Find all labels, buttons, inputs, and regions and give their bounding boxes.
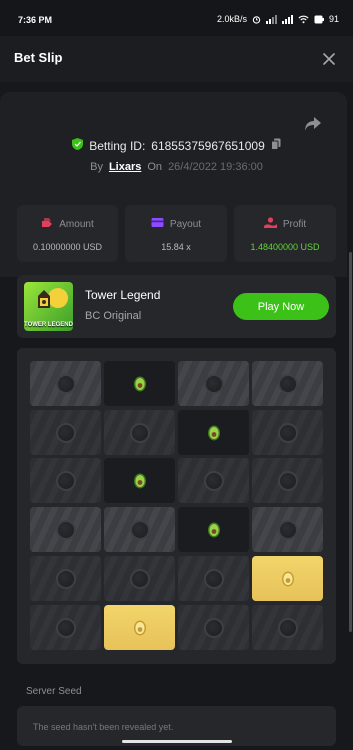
board-tile [178,605,249,650]
close-icon[interactable] [319,49,339,69]
signal-icon-2 [281,14,293,24]
payout-label: Payout [169,218,202,230]
hidden-tile-icon [129,568,150,589]
server-seed-text: The seed hasn't been revealed yet. [33,722,174,732]
game-thumbnail[interactable]: TOWER LEGEND [24,282,73,331]
avocado-icon [133,375,147,392]
profit-stat: Profit 1.48400000 USD [234,205,336,262]
board-tile [178,410,249,455]
board-tile [30,410,101,455]
board-tile [104,361,175,406]
bet-slip-header: Bet Slip [0,36,353,82]
board-tile [104,507,175,552]
network-speed: 2.0kB/s [216,14,247,24]
hidden-tile-icon [203,568,224,589]
game-provider: BC Original [85,310,142,322]
status-time: 7:36 PM [18,15,53,25]
avocado-icon [207,424,221,441]
board-tile [252,410,323,455]
betting-id-value: 61855375967651009 [151,138,265,153]
play-now-button[interactable]: Play Now [233,293,329,320]
board-tile [178,458,249,503]
profit-icon [263,217,277,231]
avocado-icon [207,521,221,538]
board-tile [30,361,101,406]
bet-date: 26/4/2022 19:36:00 [168,161,263,173]
board-tile [252,556,323,601]
alarm-icon [252,15,261,24]
copy-icon[interactable] [270,138,281,153]
status-bar: 7:36 PM 2.0kB/s 91 [0,0,353,36]
battery-icon [314,15,324,24]
board-tile [104,556,175,601]
betting-id-row: Betting ID: 61855375967651009 [0,138,353,153]
board-tile [178,556,249,601]
hidden-tile-icon [203,470,224,491]
status-icons: 2.0kB/s 91 [217,14,339,24]
by-label: By [90,161,103,173]
battery-level: 91 [328,14,339,24]
gold-avocado-icon [281,570,295,587]
bet-by-row: By Lixars On 26/4/2022 19:36:00 [0,161,353,173]
hidden-tile-icon [277,470,298,491]
board-tile [30,605,101,650]
payout-stat: Payout 15.84 x [125,205,227,262]
amount-stat: Amount 0.10000000 USD [17,205,118,262]
amount-value: 0.10000000 USD [32,242,103,252]
username-link[interactable]: Lixars [109,161,141,173]
server-seed-label: Server Seed [26,686,82,697]
hidden-tile-icon [277,617,298,638]
game-card[interactable]: TOWER LEGEND Tower Legend BC Original Pl… [17,275,336,338]
hidden-tile-icon [277,373,298,394]
payout-label-row: Payout [125,217,227,231]
hidden-tile-icon [55,568,76,589]
board-tile [252,361,323,406]
hidden-tile-icon [55,470,76,491]
gold-avocado-icon [133,619,147,636]
profit-value: 1.48400000 USD [250,242,320,252]
hidden-tile-icon [277,422,298,443]
scrollbar[interactable] [349,252,352,632]
hidden-tile-icon [55,519,76,540]
hidden-tile-icon [55,373,76,394]
board-tile [30,507,101,552]
page-title: Bet Slip [14,50,63,65]
payout-value: 15.84 x [161,242,191,252]
on-label: On [147,161,163,173]
hidden-tile-icon [129,422,150,443]
amount-label: Amount [59,218,94,230]
board-tile [30,458,101,503]
board-tile [104,410,175,455]
hidden-tile-icon [203,373,224,394]
board-tile [30,556,101,601]
payout-icon [151,217,164,231]
board-tile [178,507,249,552]
hidden-tile-icon [55,422,76,443]
board-tile [104,605,175,650]
hidden-tile-icon [129,519,150,540]
game-name: Tower Legend [85,288,161,302]
game-thumb-label: TOWER LEGEND [24,321,73,328]
avocado-icon [133,472,147,489]
amount-label-row: Amount [17,217,118,231]
verified-shield-icon [72,138,84,153]
board-tile [104,458,175,503]
amount-icon [41,217,53,231]
signal-icon [265,14,277,24]
tower-board [17,348,336,664]
board-tile [252,458,323,503]
board-tile [252,507,323,552]
share-icon[interactable] [304,116,322,132]
board-tile [178,361,249,406]
profit-label: Profit [282,218,307,230]
profit-label-row: Profit [234,217,336,231]
betting-id-label: Betting ID: [89,138,146,153]
hidden-tile-icon [55,617,76,638]
hidden-tile-icon [277,519,298,540]
wifi-icon [298,15,309,24]
board-tile [252,605,323,650]
hidden-tile-icon [203,617,224,638]
home-indicator[interactable] [122,740,232,743]
